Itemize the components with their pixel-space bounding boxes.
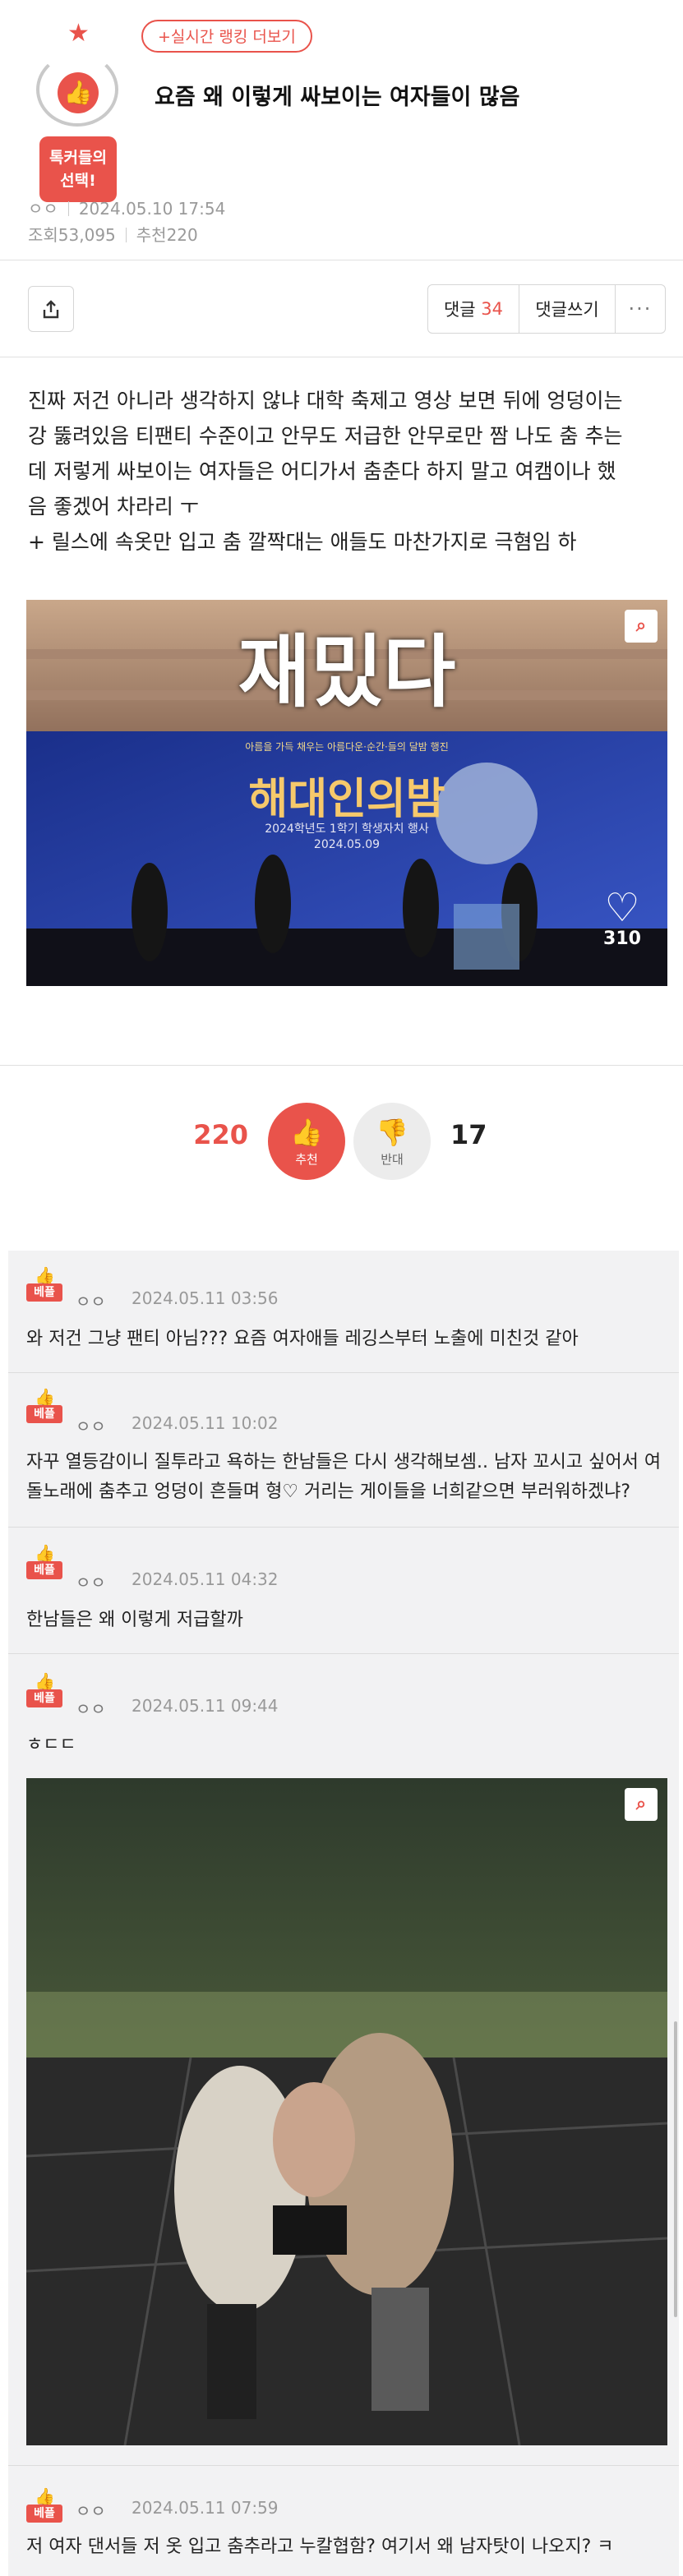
comment-text: 자꾸 열등감이니 질투라고 욕하는 한남들은 다시 생각해보셈.. 남자 꼬시고… bbox=[26, 1448, 667, 1507]
comment-author[interactable]: ㅇㅇ bbox=[76, 1569, 106, 1593]
post-line: 강 뚫려있음 티팬티 수준이고 안무도 저급한 안무로만 짬 나도 춤 추는 bbox=[28, 424, 623, 448]
downvote-button[interactable]: 👎 반대 bbox=[353, 1103, 431, 1180]
video-overlay-text: 재밌다 bbox=[238, 626, 456, 718]
share-button[interactable] bbox=[28, 286, 74, 332]
comment-image-dancers[interactable]: ⌕ bbox=[26, 1778, 667, 2445]
post-body: 진짜 저건 아니라 생각하지 않냐 대학 축제고 영상 보면 뒤에 엉덩이는 강… bbox=[28, 383, 661, 560]
comments-count: 34 bbox=[481, 299, 504, 319]
thumbs-up-icon: 👍 bbox=[35, 1265, 55, 1285]
upvote-button[interactable]: 👍 추천 bbox=[268, 1103, 345, 1180]
badge-label: 톡커들의 선택! bbox=[39, 136, 117, 202]
meta-divider bbox=[67, 201, 69, 216]
best-badge-label: 베플 bbox=[26, 1405, 62, 1423]
post-author[interactable]: ㅇㅇ bbox=[28, 199, 58, 219]
best-comment-badge: 👍 베플 bbox=[26, 1671, 62, 1707]
heart-icon: ♡ bbox=[604, 885, 640, 931]
like-count: 310 bbox=[603, 929, 641, 949]
comment-line: 돌노래에 춤추고 엉덩이 흔들며 형♡ 거리는 게이들을 너희같으면 부러워하겠… bbox=[26, 1482, 631, 1502]
scrollbar-thumb[interactable] bbox=[674, 2021, 677, 2317]
image-search-icon[interactable]: ⌕ bbox=[625, 610, 658, 643]
badge-label-line1: 톡커들의 bbox=[49, 149, 107, 167]
best-comment-badge: 👍 베플 bbox=[26, 2486, 62, 2523]
comment-time: 2024.05.11 09:44 bbox=[132, 1696, 279, 1716]
image-search-icon[interactable]: ⌕ bbox=[625, 1788, 658, 1821]
video-like[interactable]: ♡ 310 bbox=[593, 887, 651, 949]
realtime-ranking-link[interactable]: +실시간 랭킹 더보기 bbox=[141, 20, 312, 53]
comment-author[interactable]: ㅇㅇ bbox=[76, 1413, 106, 1437]
comment-line: 한남들은 왜 이렇게 저급할까 bbox=[26, 1610, 243, 1630]
best-badge-label: 베플 bbox=[26, 1689, 62, 1707]
recommend-count: 추천220 bbox=[136, 225, 198, 245]
write-comment-button[interactable]: 댓글쓰기 bbox=[519, 285, 616, 333]
comment-text: 와 저건 그냥 팬티 아님??? 요즘 여자애들 레깅스부터 노출에 미친것 같… bbox=[26, 1325, 667, 1354]
banner-subtitle: 아름을 가득 채우는 아름다운·순간·들의 달밤 행진 bbox=[245, 741, 449, 753]
best-badge-label: 베플 bbox=[26, 1561, 62, 1579]
dancers-photo-graphic bbox=[26, 1778, 667, 2445]
comment-time: 2024.05.11 03:56 bbox=[132, 1288, 279, 1308]
comment-divider bbox=[8, 1653, 679, 1654]
best-comment-badge: 👍 베플 bbox=[26, 1543, 62, 1579]
thumbs-up-icon: 👍 bbox=[35, 2486, 55, 2506]
post-line: 진짜 저건 아니라 생각하지 않냐 대학 축제고 영상 보면 뒤에 엉덩이는 bbox=[28, 389, 623, 412]
divider bbox=[0, 1065, 683, 1066]
best-comment-badge: 👍 베플 bbox=[26, 1265, 62, 1302]
post-date: 2024.05.10 17:54 bbox=[78, 199, 226, 219]
comment-divider bbox=[8, 2465, 679, 2466]
best-comment-badge: 👍 베플 bbox=[26, 1387, 62, 1423]
comments-button[interactable]: 댓글 34 bbox=[428, 285, 519, 333]
comment-line: 자꾸 열등감이니 질투라고 욕하는 한남들은 다시 생각해보셈.. 남자 꼬시고… bbox=[26, 1452, 662, 1472]
star-icon: ★ bbox=[67, 19, 90, 48]
post-line: 음 좋겠어 차라리 ㅜ bbox=[28, 495, 199, 518]
thumbs-up-icon: 👍 bbox=[58, 72, 99, 113]
banner-title: 해대인의밤 bbox=[248, 775, 445, 824]
comment-time: 2024.05.11 10:02 bbox=[132, 1413, 279, 1433]
share-icon bbox=[43, 299, 59, 318]
thumbs-up-icon: 👍 bbox=[35, 1543, 55, 1563]
upvote-label: 추천 bbox=[295, 1152, 318, 1167]
comment-line: 저 여자 댄서들 저 옷 입고 춤추라고 누칼협함? 여기서 왜 남자탓이 나오… bbox=[26, 2537, 614, 2557]
thumbs-up-icon: 👍 bbox=[290, 1117, 323, 1148]
comment-author[interactable]: ㅇㅇ bbox=[76, 2498, 106, 2522]
badge-label-line2: 선택! bbox=[60, 172, 96, 190]
post-page: ★ 👍 톡커들의 선택! +실시간 랭킹 더보기 요즘 왜 이렇게 싸보이는 여… bbox=[0, 0, 683, 2576]
post-line: + 릴스에 속옷만 입고 춤 깔짝대는 애들도 마찬가지로 극혐임 하 bbox=[28, 530, 577, 554]
post-meta: ㅇㅇ 2024.05.10 17:54 bbox=[28, 196, 225, 219]
best-badge-label: 베플 bbox=[26, 1283, 62, 1302]
post-title: 요즘 왜 이렇게 싸보이는 여자들이 많음 bbox=[155, 85, 520, 110]
meta-divider bbox=[125, 228, 127, 242]
comments-label: 댓글 bbox=[443, 300, 476, 320]
view-count: 조회53,095 bbox=[28, 225, 116, 245]
comment-author[interactable]: ㅇㅇ bbox=[76, 1696, 106, 1720]
post-line: 데 저렇게 싸보이는 여자들은 어디가서 춤춘다 하지 말고 여캠이나 했 bbox=[28, 459, 616, 483]
downvote-count: 17 bbox=[450, 1119, 487, 1150]
thumbs-up-icon: 👍 bbox=[35, 1671, 55, 1691]
comment-author[interactable]: ㅇㅇ bbox=[76, 1288, 106, 1312]
best-badge-label: 베플 bbox=[26, 2505, 62, 2523]
comment-text: 저 여자 댄서들 저 옷 입고 춤추라고 누칼협함? 여기서 왜 남자탓이 나오… bbox=[26, 2532, 667, 2562]
comment-divider bbox=[8, 1372, 679, 1373]
comment-time: 2024.05.11 07:59 bbox=[132, 2498, 279, 2518]
thumbs-down-icon: 👎 bbox=[376, 1117, 408, 1148]
tokker-choice-badge: ★ 👍 톡커들의 선택! bbox=[25, 19, 132, 202]
comment-line: 와 저건 그냥 팬티 아님??? 요즘 여자애들 레깅스부터 노출에 미친것 같… bbox=[26, 1329, 579, 1349]
banner-date: 2024.05.09 bbox=[313, 838, 381, 851]
downvote-label: 반대 bbox=[381, 1152, 404, 1167]
post-action-group: 댓글 34 댓글쓰기 ··· bbox=[427, 284, 666, 334]
comment-divider bbox=[8, 1527, 679, 1528]
thumbs-up-icon: 👍 bbox=[35, 1387, 55, 1407]
comment-text: ㅎㄷㄷ bbox=[26, 1730, 667, 1760]
upvote-count: 220 bbox=[193, 1119, 248, 1150]
more-options-button[interactable]: ··· bbox=[616, 285, 665, 333]
post-image-festival[interactable]: 재밌다 아름을 가득 채우는 아름다운·순간·들의 달밤 행진 해대인의밤 20… bbox=[26, 600, 667, 986]
comment-time: 2024.05.11 04:32 bbox=[132, 1569, 279, 1589]
comment-text: 한남들은 왜 이렇게 저급할까 bbox=[26, 1606, 667, 1635]
post-stats: 조회53,095 추천220 bbox=[28, 222, 198, 246]
banner-org: 2024학년도 1학기 학생자치 행사 bbox=[265, 823, 429, 836]
comment-line: ㅎㄷㄷ bbox=[26, 1735, 76, 1755]
